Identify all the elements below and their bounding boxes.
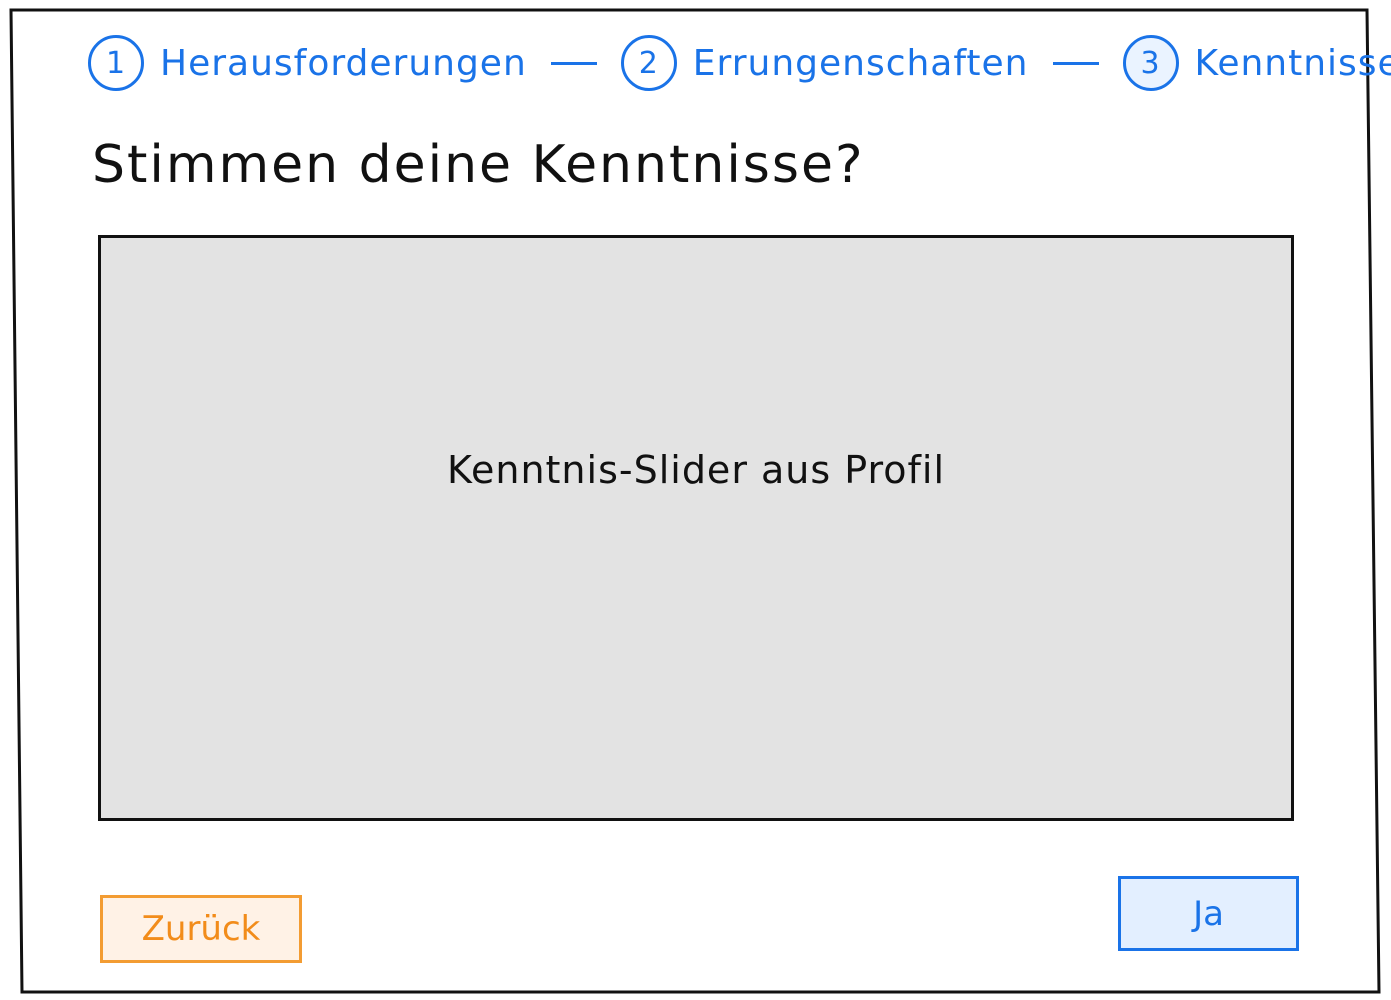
skill-slider-placeholder[interactable]: Kenntnis-Slider aus Profil bbox=[98, 235, 1294, 821]
progress-stepper: 1 Herausforderungen 2 Errungenschaften 3… bbox=[88, 28, 1391, 98]
step-3[interactable]: 3 Kenntnisse bbox=[1122, 35, 1391, 91]
step-3-label: Kenntnisse bbox=[1194, 42, 1391, 84]
step-2[interactable]: 2 Errungenschaften bbox=[620, 35, 1029, 91]
step-1-label: Herausforderungen bbox=[160, 42, 527, 84]
step-2-label: Errungenschaften bbox=[692, 42, 1029, 84]
confirm-button[interactable]: Ja bbox=[1118, 876, 1299, 951]
step-3-number: 3 bbox=[1122, 35, 1179, 91]
step-separator bbox=[1052, 61, 1099, 65]
page-title: Stimmen deine Kenntnisse? bbox=[92, 135, 865, 195]
back-button[interactable]: Zurück bbox=[100, 895, 302, 963]
step-1-number: 1 bbox=[88, 35, 144, 91]
placeholder-label: Kenntnis-Slider aus Profil bbox=[446, 448, 946, 492]
step-1[interactable]: 1 Herausforderungen bbox=[88, 35, 527, 91]
step-separator bbox=[550, 61, 597, 65]
step-2-number: 2 bbox=[620, 35, 677, 91]
